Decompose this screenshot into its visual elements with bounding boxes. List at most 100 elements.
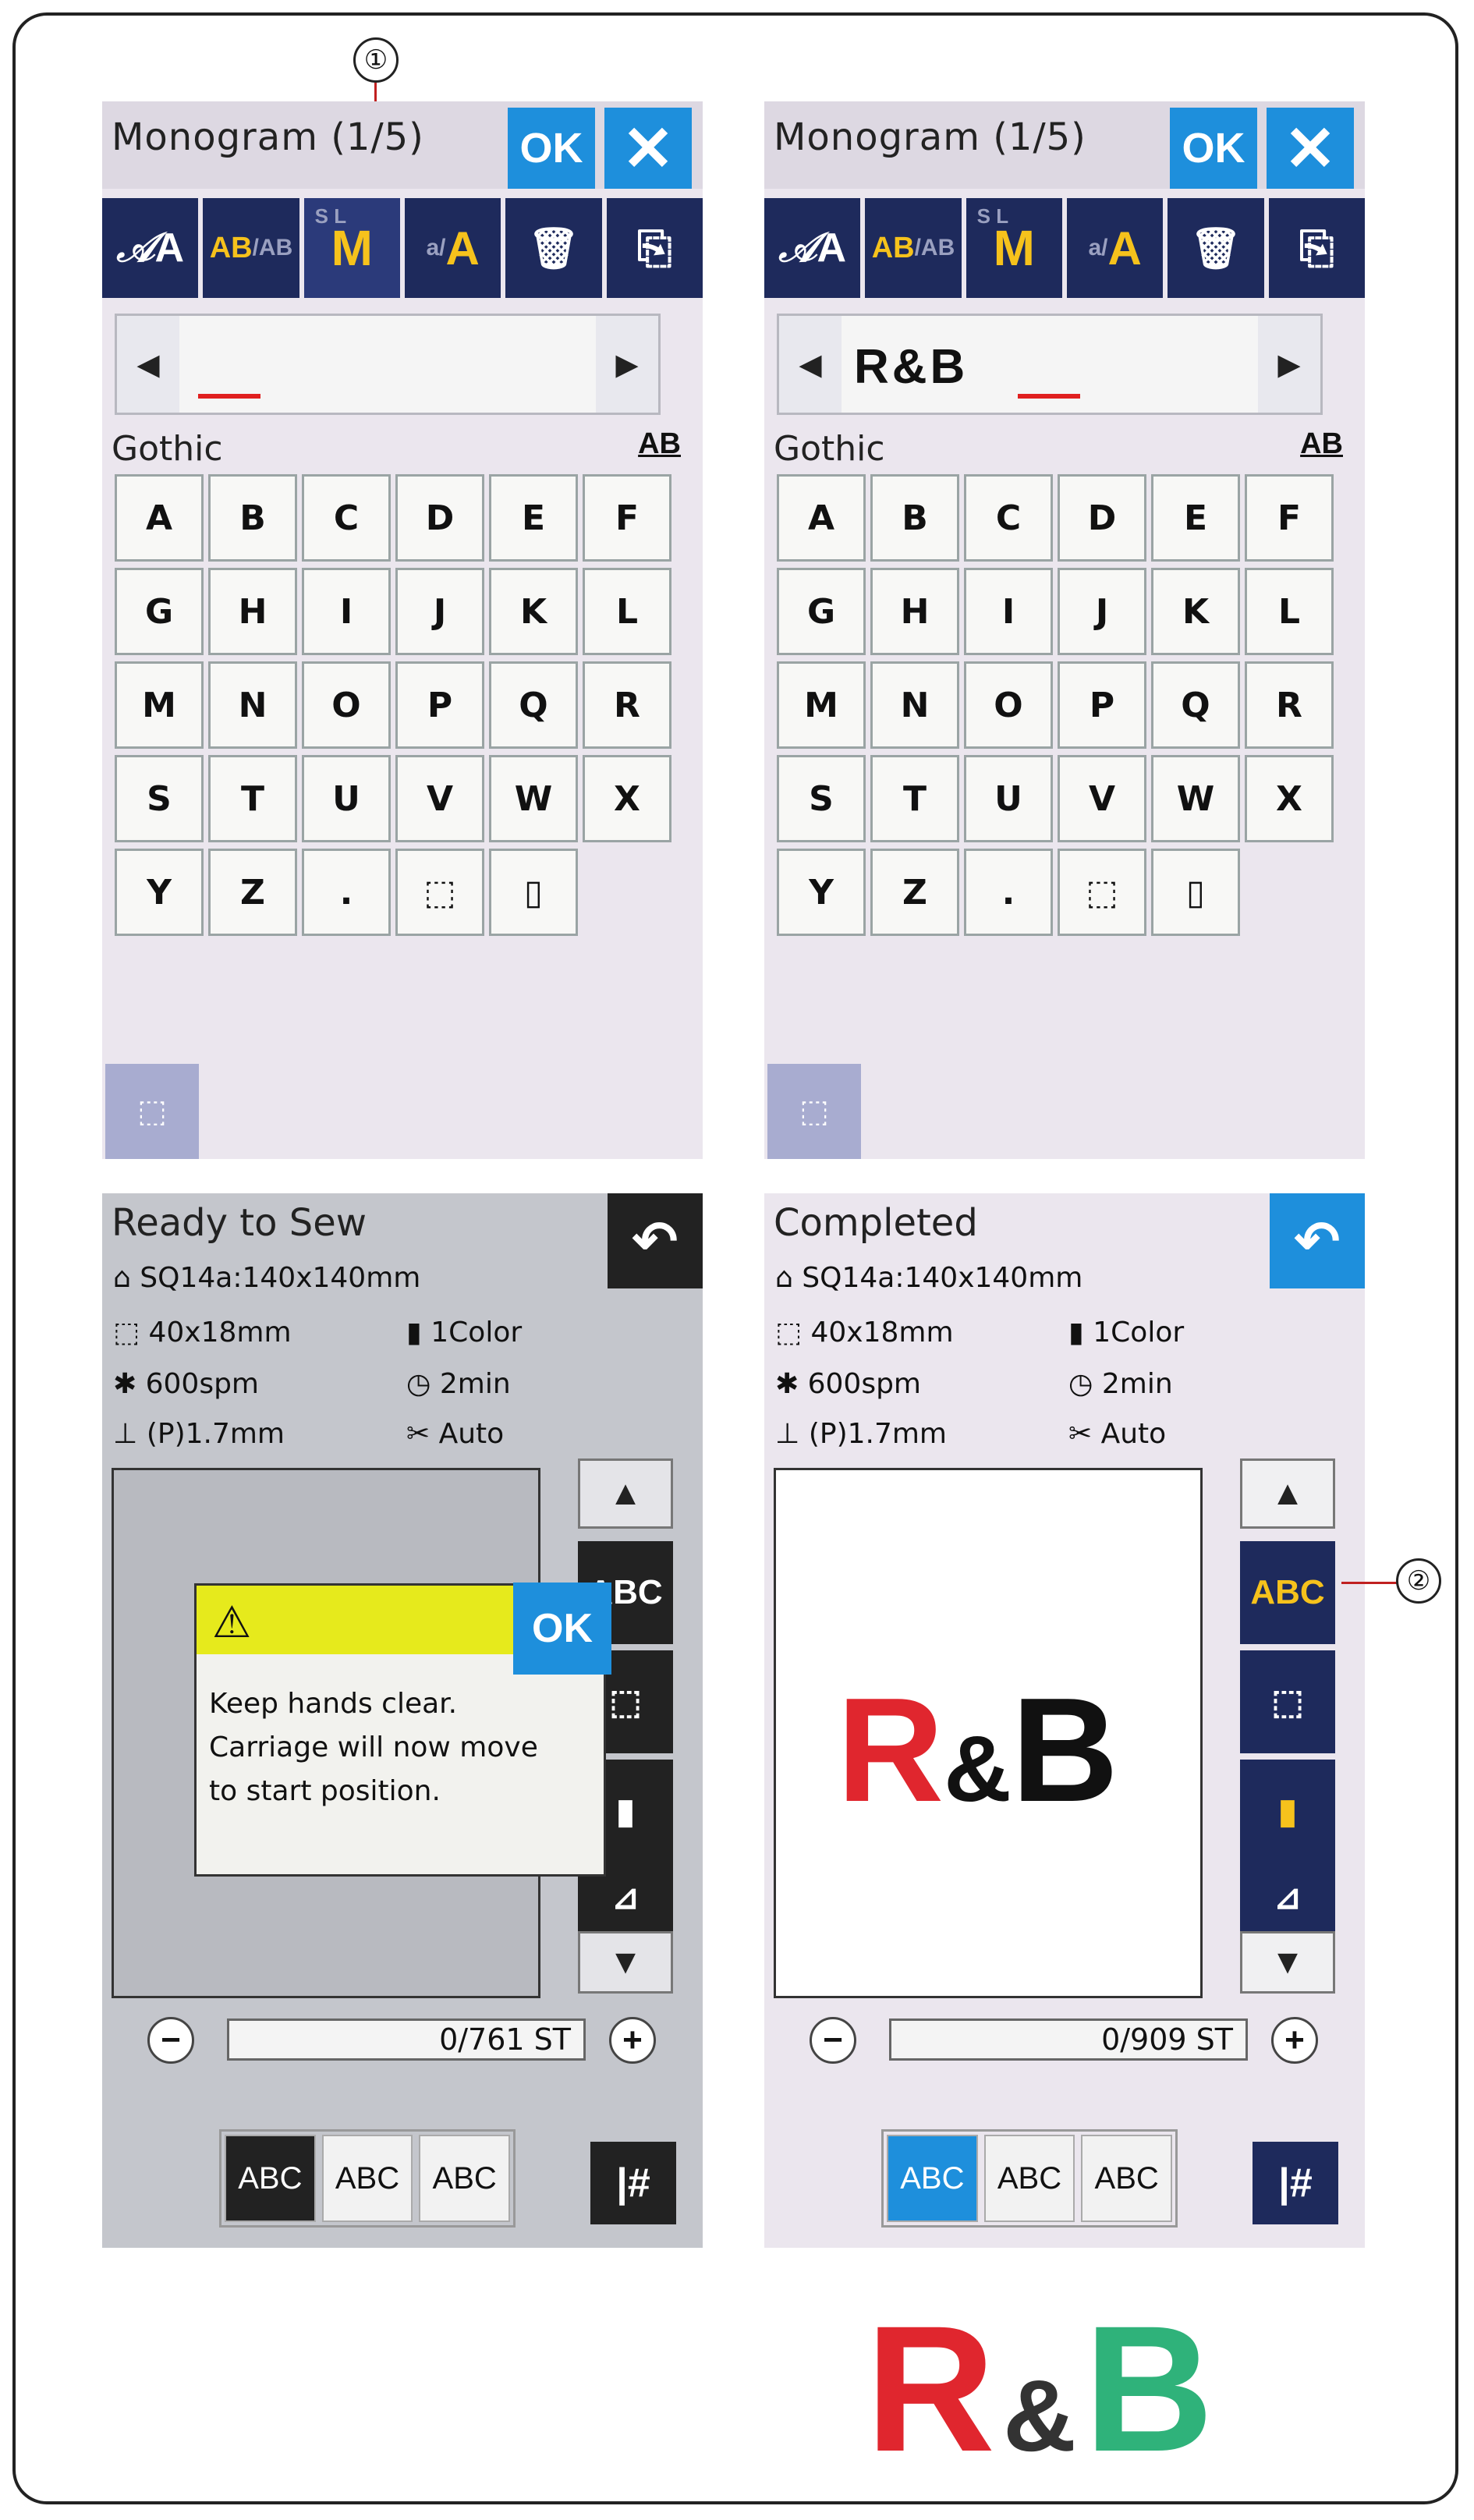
key-t[interactable]: T [208,755,297,842]
key-i[interactable]: I [302,568,391,655]
cursor-right-icon[interactable]: ▶ [1258,316,1320,413]
key-e[interactable]: E [489,474,578,562]
key-n[interactable]: N [208,661,297,749]
monogram-size-icon[interactable]: S LM [966,198,1062,298]
key-a[interactable]: A [115,474,204,562]
key-narrow-space[interactable]: ▯ [1151,849,1240,936]
key-period[interactable]: . [302,849,391,936]
key-q[interactable]: Q [1151,661,1240,749]
key-o[interactable]: O [302,661,391,749]
close-button[interactable]: ✕ [604,108,692,189]
abc-mode-1[interactable]: ABC [225,2135,316,2222]
monogram-size-icon[interactable]: S LM [303,198,400,298]
save-file-icon[interactable]: ⎘ [606,198,703,298]
key-f[interactable]: F [583,474,671,562]
key-c[interactable]: C [302,474,391,562]
key-q[interactable]: Q [489,661,578,749]
key-w[interactable]: W [1151,755,1240,842]
delete-icon[interactable]: 🗑 [505,198,602,298]
key-e[interactable]: E [1151,474,1240,562]
key-narrow-space[interactable]: ▯ [489,849,578,936]
key-u[interactable]: U [964,755,1053,842]
key-k[interactable]: K [489,568,578,655]
key-s[interactable]: S [777,755,866,842]
key-a[interactable]: A [777,474,866,562]
minus-icon[interactable]: − [810,2017,856,2064]
key-x[interactable]: X [583,755,671,842]
key-f[interactable]: F [1245,474,1334,562]
key-g[interactable]: G [777,568,866,655]
key-k[interactable]: K [1151,568,1240,655]
abc-mode-3[interactable]: ABC [1081,2135,1173,2222]
trace-icon[interactable]: ⬚ [1240,1650,1335,1753]
text-size-icon[interactable]: AB/AB [865,198,962,298]
scroll-down-icon[interactable]: ▼ [578,1931,673,1994]
plus-icon[interactable]: + [1271,2017,1318,2064]
abc-mode-2[interactable]: ABC [321,2135,413,2222]
key-v[interactable]: V [395,755,484,842]
key-i[interactable]: I [964,568,1053,655]
key-b[interactable]: B [208,474,297,562]
abc-mode-1[interactable]: ABC [887,2135,978,2222]
key-p[interactable]: P [1058,661,1146,749]
layout-frame-icon[interactable]: ⬚ [767,1064,861,1159]
delete-icon[interactable]: 🗑 [1168,198,1264,298]
abc-mode-3[interactable]: ABC [419,2135,511,2222]
key-l[interactable]: L [583,568,671,655]
key-s[interactable]: S [115,755,204,842]
key-t[interactable]: T [870,755,959,842]
key-n[interactable]: N [870,661,959,749]
case-toggle-icon[interactable]: a/A [404,198,501,298]
key-d[interactable]: D [395,474,484,562]
ok-button[interactable]: OK [508,108,595,189]
text-size-icon[interactable]: AB/AB [203,198,299,298]
key-j[interactable]: J [1058,568,1146,655]
layout-frame-icon[interactable]: ⬚ [105,1064,199,1159]
key-z[interactable]: Z [870,849,959,936]
key-u[interactable]: U [302,755,391,842]
key-y[interactable]: Y [777,849,866,936]
jump-stitch-icon[interactable]: |# [590,2142,676,2224]
key-m[interactable]: M [115,661,204,749]
key-v[interactable]: V [1058,755,1146,842]
back-button[interactable]: ↶ [608,1193,703,1288]
key-z[interactable]: Z [208,849,297,936]
key-p[interactable]: P [395,661,484,749]
text-entry-field[interactable]: ◀ ▶ [115,314,661,415]
key-r[interactable]: R [1245,661,1334,749]
case-toggle-icon[interactable]: a/A [1066,198,1164,298]
key-space[interactable]: ⬚ [395,849,484,936]
save-file-icon[interactable]: ⎘ [1268,198,1365,298]
key-d[interactable]: D [1058,474,1146,562]
key-o[interactable]: O [964,661,1053,749]
text-entry-field[interactable]: ◀ R&B ▶ [777,314,1323,415]
key-x[interactable]: X [1245,755,1334,842]
scroll-up-icon[interactable]: ▲ [1240,1458,1335,1529]
key-h[interactable]: H [208,568,297,655]
close-button[interactable]: ✕ [1267,108,1354,189]
key-r[interactable]: R [583,661,671,749]
key-g[interactable]: G [115,568,204,655]
key-period[interactable]: . [964,849,1053,936]
key-l[interactable]: L [1245,568,1334,655]
dialog-ok-button[interactable]: OK [513,1583,611,1675]
key-j[interactable]: J [395,568,484,655]
cursor-left-icon[interactable]: ◀ [779,316,842,413]
jump-stitch-icon[interactable]: |# [1253,2142,1338,2224]
key-y[interactable]: Y [115,849,204,936]
cursor-right-icon[interactable]: ▶ [596,316,658,413]
key-b[interactable]: B [870,474,959,562]
cursor-left-icon[interactable]: ◀ [117,316,179,413]
font-select-icon[interactable]: 𝒜A [764,198,861,298]
font-select-icon[interactable]: 𝒜A [102,198,199,298]
scroll-down-icon[interactable]: ▼ [1240,1931,1335,1994]
abc-mode-2[interactable]: ABC [983,2135,1075,2222]
text-edit-icon[interactable]: ABC [1240,1541,1335,1644]
back-button[interactable]: ↶ [1270,1193,1365,1288]
scroll-up-icon[interactable]: ▲ [578,1458,673,1529]
key-m[interactable]: M [777,661,866,749]
key-h[interactable]: H [870,568,959,655]
minus-icon[interactable]: − [147,2017,194,2064]
plus-icon[interactable]: + [609,2017,656,2064]
key-space[interactable]: ⬚ [1058,849,1146,936]
